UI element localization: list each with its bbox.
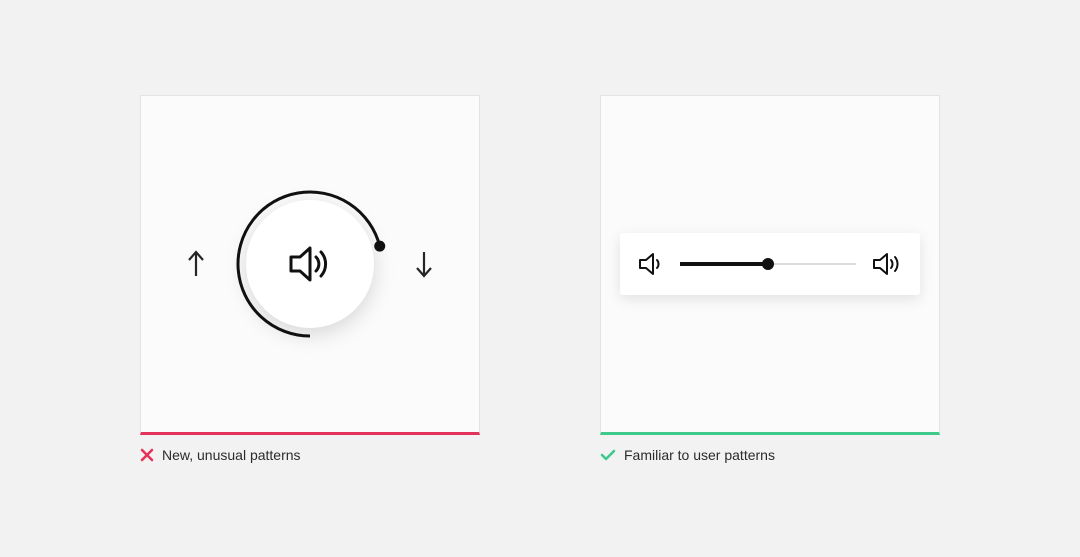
- volume-dial[interactable]: [232, 186, 388, 342]
- speaker-low-icon: [636, 249, 666, 279]
- speaker-loud-icon: [283, 237, 337, 291]
- dial-knob[interactable]: [246, 200, 374, 328]
- good-caption-row: Familiar to user patterns: [600, 447, 940, 463]
- good-example: Familiar to user patterns: [600, 95, 940, 463]
- arrow-down-icon[interactable]: [412, 248, 436, 280]
- bad-caption-row: New, unusual patterns: [140, 447, 480, 463]
- check-icon: [600, 448, 616, 462]
- good-caption-text: Familiar to user patterns: [624, 447, 775, 463]
- volume-slider[interactable]: [680, 262, 856, 266]
- good-card: [600, 95, 940, 435]
- bad-card: [140, 95, 480, 435]
- slider-track-fill: [680, 262, 768, 266]
- slider-thumb[interactable]: [762, 258, 774, 270]
- speaker-loud-icon: [870, 249, 904, 279]
- radial-volume-control: [184, 186, 436, 342]
- cross-icon: [140, 448, 154, 462]
- volume-slider-panel: [620, 233, 920, 295]
- bad-example: New, unusual patterns: [140, 95, 480, 463]
- arrow-up-icon[interactable]: [184, 248, 208, 280]
- bad-caption-text: New, unusual patterns: [162, 447, 301, 463]
